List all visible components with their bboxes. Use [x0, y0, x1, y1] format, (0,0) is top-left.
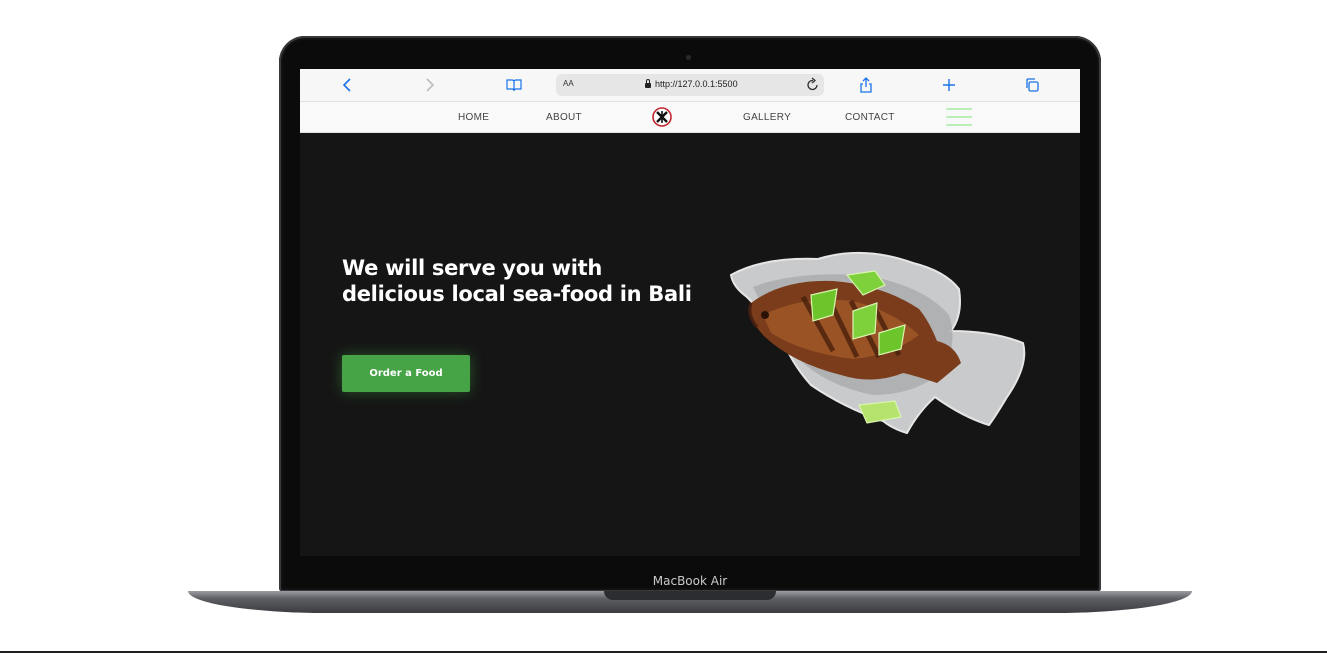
nav-link-about[interactable]: ABOUT — [546, 112, 582, 123]
laptop-notch — [604, 591, 776, 600]
fried-fish-plate-image — [729, 251, 1026, 435]
browser-toolbar: AA http://127.0.0.1:5500 — [300, 69, 1080, 102]
site-navbar: HOME ABOUT GALLERY CONTACT — [300, 102, 1080, 133]
device-label: MacBook Air — [652, 574, 728, 588]
share-icon[interactable] — [856, 75, 876, 95]
back-icon[interactable] — [337, 75, 357, 95]
hero-title: We will serve you with delicious local s… — [342, 255, 702, 307]
nav-link-home[interactable]: HOME — [458, 112, 489, 123]
order-food-button[interactable]: Order a Food — [342, 355, 470, 392]
bookmarks-icon[interactable] — [504, 75, 524, 95]
address-bar[interactable]: AA http://127.0.0.1:5500 — [556, 74, 824, 96]
lock-icon — [645, 78, 651, 88]
restaurant-logo-icon[interactable] — [652, 107, 672, 127]
laptop-base — [188, 591, 1192, 613]
laptop-lid: AA http://127.0.0.1:5500 HOME ABOUT GALL… — [279, 36, 1101, 592]
hero-title-line-1: We will serve you with — [342, 256, 602, 280]
browser-screen: AA http://127.0.0.1:5500 HOME ABOUT GALL… — [300, 69, 1080, 556]
new-tab-icon[interactable] — [939, 75, 959, 95]
reload-icon[interactable] — [806, 76, 820, 97]
url-display: http://127.0.0.1:5500 — [645, 78, 738, 89]
nav-link-gallery[interactable]: GALLERY — [743, 112, 791, 123]
hero-title-line-2: delicious local sea-food in Bali — [342, 282, 692, 306]
camera-icon — [686, 55, 691, 60]
url-text: http://127.0.0.1:5500 — [655, 79, 738, 89]
text-size-button[interactable]: AA — [563, 79, 574, 88]
hamburger-icon[interactable] — [946, 106, 972, 128]
nav-link-contact[interactable]: CONTACT — [845, 112, 895, 123]
tabs-icon[interactable] — [1022, 75, 1042, 95]
floor-line — [0, 651, 1327, 653]
forward-icon[interactable] — [420, 75, 440, 95]
